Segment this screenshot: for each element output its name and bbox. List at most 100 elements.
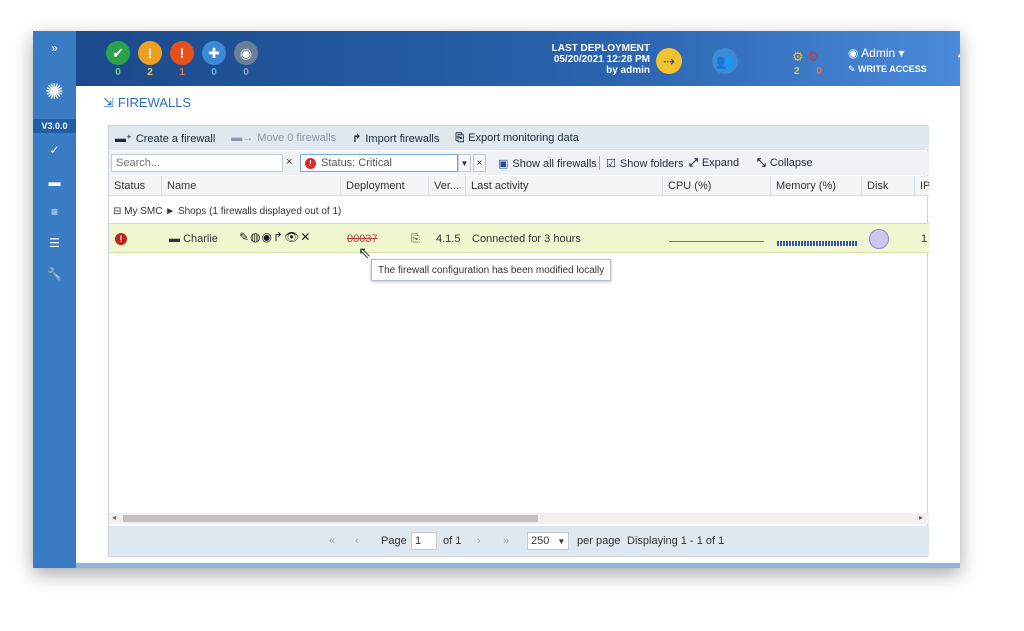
filter-separator — [599, 156, 600, 170]
deployment-label: LAST DEPLOYMENT — [551, 43, 650, 54]
import-icon: ↱ — [352, 132, 362, 145]
sidebar-firewalls-icon[interactable]: ▬ — [33, 171, 76, 193]
create-firewall-button[interactable]: ▬⁺ Create a firewall — [115, 132, 215, 145]
last-activity: Connected for 3 hours — [472, 233, 581, 245]
sidebar-settings-wrench-icon[interactable]: 🔧 — [33, 263, 76, 285]
sidebar-database-icon[interactable]: ≡ — [33, 201, 76, 223]
sidebar-monitoring-icon[interactable]: ✓ — [33, 139, 76, 161]
status-unknown-icon[interactable]: ◉ — [234, 41, 258, 65]
move-firewall-icon: ▬→ — [231, 132, 254, 144]
config-modified-icon[interactable]: ⎘ — [411, 233, 420, 246]
monitoring-icon[interactable]: ◉ — [262, 230, 273, 244]
previous-page-icon[interactable]: ‹ — [355, 535, 359, 547]
firewall-list-icon: ⇲ — [103, 95, 114, 110]
status-filter-select[interactable]: ! Status: Critical — [300, 154, 458, 172]
displaying-count: Displaying 1 - 1 of 1 — [627, 535, 725, 547]
table-row[interactable]: ! ▬ Charlie ✎◍◉↱👁✕ 00037 ⎘ 4.1.5 Connect… — [109, 223, 929, 253]
page-title: ⇲ FIREWALLS — [103, 95, 192, 110]
disk-usage-pie — [869, 229, 889, 249]
firewall-version: 4.1.5 — [436, 233, 461, 245]
critical-status-icon: ! — [305, 157, 316, 169]
sidebar-logs-icon[interactable]: ☰ — [33, 232, 76, 254]
critical-status-icon: ! — [115, 233, 127, 245]
toolbar: ▬⁺ Create a firewall ▬→ Move 0 firewalls ↱… — [109, 126, 929, 150]
app-window: » ✺ V3.0.0 ✓ ▬ ≡ ☰ 🔧 ✔ 0 ! 2 ! 1 ✚ 0 ◉ 0… — [33, 31, 960, 568]
last-deployment-info: LAST DEPLOYMENT 05/20/2021 12:28 PM by a… — [506, 43, 650, 76]
search-input[interactable] — [111, 154, 283, 172]
status-ok-icon[interactable]: ✔ — [106, 41, 130, 65]
import-firewalls-button[interactable]: ↱ Import firewalls — [352, 132, 439, 145]
alerts-icons[interactable]: ⚙ ⚙ — [792, 49, 819, 65]
status-filter-dropdown-icon[interactable]: ▼ — [458, 154, 471, 172]
page-number-input[interactable]: 1 — [411, 532, 437, 550]
column-name[interactable]: Name — [162, 176, 341, 196]
next-page-icon[interactable]: › — [477, 535, 481, 547]
page-label: Page — [381, 535, 407, 547]
move-icon[interactable]: ↱ — [273, 230, 284, 244]
export-icon: ⎘ — [455, 131, 465, 144]
column-disk[interactable]: Disk — [862, 176, 915, 196]
delete-icon[interactable]: ✕ — [300, 230, 311, 244]
app-logo-icon[interactable]: ✺ — [33, 75, 76, 109]
deploy-icon[interactable]: ⇢ — [656, 48, 682, 74]
status-unknown-count: 0 — [243, 67, 249, 78]
ip-address: 1 — [921, 233, 928, 245]
collapse-button[interactable]: ⤡ Collapse — [757, 157, 813, 170]
version-badge: V3.0.0 — [33, 119, 76, 133]
column-ip[interactable]: IP — [915, 176, 929, 196]
view-icon[interactable]: 👁 — [284, 230, 300, 244]
users-icon[interactable]: 👥 — [712, 48, 738, 74]
status-critical-icon[interactable]: ! — [170, 41, 194, 65]
column-status[interactable]: Status — [109, 176, 162, 196]
expand-icon: ⤢ — [689, 157, 698, 169]
move-firewalls-button[interactable]: ▬→ Move 0 firewalls — [231, 132, 336, 144]
show-all-firewalls-button[interactable]: ▣ Show all firewalls — [498, 157, 597, 170]
access-level: ✎ WRITE ACCESS — [848, 64, 927, 74]
bottom-border — [76, 563, 960, 568]
expand-button[interactable]: ⤢ Expand — [689, 157, 739, 170]
horizontal-scrollbar[interactable]: ◂ ▸ — [109, 513, 929, 524]
first-page-icon[interactable]: « — [329, 535, 335, 547]
row-actions: ✎◍◉↱👁✕ — [239, 230, 311, 244]
user-icon: ◉ — [848, 46, 862, 60]
column-deployment[interactable]: Deployment — [341, 176, 429, 196]
edit-icon[interactable]: ✎ — [239, 230, 250, 244]
page-size-dropdown-icon: ▼ — [557, 536, 566, 546]
column-cpu[interactable]: CPU (%) — [663, 176, 771, 196]
clear-status-filter-icon[interactable]: × — [473, 154, 486, 172]
error-gears-icon[interactable]: ⚙ — [807, 49, 819, 64]
scrollbar-thumb[interactable] — [123, 515, 538, 522]
collapse-icon: ⤡ — [757, 157, 766, 169]
pagination-bar: « ‹ Page 1 of 1 › » 250 ▼ per page Displa… — [109, 526, 929, 556]
web-admin-icon[interactable]: ◍ — [250, 230, 261, 244]
column-version[interactable]: Ver... — [429, 176, 466, 196]
memory-sparkline — [777, 241, 857, 246]
show-folders-checkbox[interactable]: ☑ Show folders — [606, 157, 683, 170]
warning-gears-icon[interactable]: ⚙ — [792, 49, 804, 64]
status-warning-icon[interactable]: ! — [138, 41, 162, 65]
error-gears-count: 0 — [816, 66, 822, 77]
scroll-right-icon[interactable]: ▸ — [919, 513, 923, 522]
last-page-icon[interactable]: » — [503, 535, 509, 547]
export-monitoring-button[interactable]: ⎘ Export monitoring data — [455, 132, 578, 145]
alerts-counts: 2 0 — [794, 66, 822, 77]
cpu-sparkline — [669, 241, 764, 242]
checkbox-icon: ☑ — [606, 158, 616, 170]
folder-group-header[interactable]: ⊟ My SMC ► Shops (1 firewalls displayed … — [113, 206, 341, 217]
top-bar: ✔ 0 ! 2 ! 1 ✚ 0 ◉ 0 LAST DEPLOYMENT 05/2… — [76, 31, 960, 86]
expand-sidebar-icon[interactable]: » — [33, 37, 76, 59]
tooltip: The firewall configuration has been modi… — [371, 259, 612, 281]
status-network-count: 0 — [211, 67, 217, 78]
scroll-left-icon[interactable]: ◂ — [112, 513, 116, 522]
firewall-name[interactable]: ▬ Charlie — [169, 233, 218, 245]
per-page-label: per page — [577, 535, 621, 547]
sidebar: » ✺ V3.0.0 ✓ ▬ ≡ ☰ 🔧 — [33, 31, 76, 568]
clear-search-icon[interactable]: × — [286, 156, 292, 168]
page-size-select[interactable]: 250 ▼ — [527, 532, 569, 550]
help-button[interactable]: ? — [957, 50, 960, 73]
column-last-activity[interactable]: Last activity — [466, 176, 663, 196]
column-memory[interactable]: Memory (%) — [771, 176, 862, 196]
user-menu[interactable]: ◉ Admin ▾ — [848, 46, 905, 60]
status-network-icon[interactable]: ✚ — [202, 41, 226, 65]
create-firewall-icon: ▬⁺ — [115, 132, 132, 145]
